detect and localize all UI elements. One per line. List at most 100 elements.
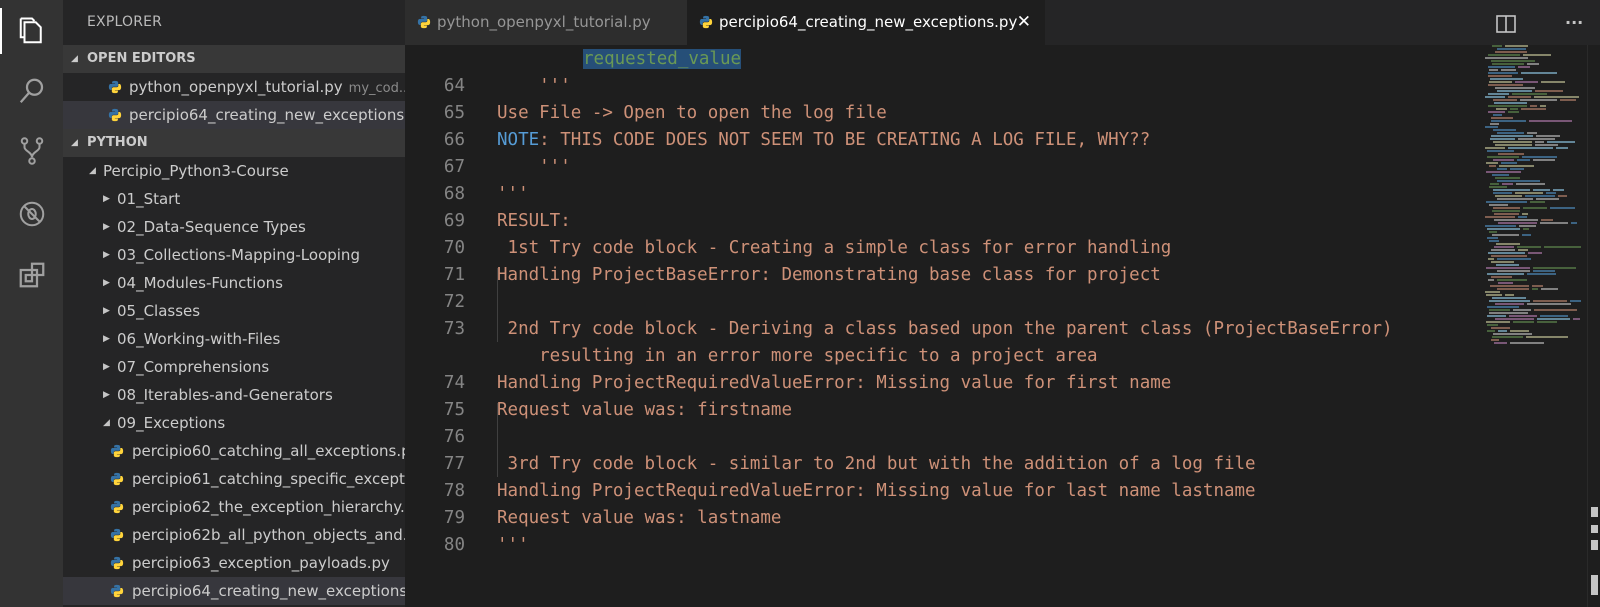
minimap-line bbox=[1522, 234, 1531, 236]
minimap-line bbox=[1496, 108, 1507, 110]
file-label: percipio62b_all_python_objects_and... bbox=[132, 526, 405, 544]
line-text: Request value was: lastname bbox=[497, 508, 782, 528]
line-text: Handling ProjectRequiredValueError: Miss… bbox=[497, 481, 1256, 501]
close-tab-icon[interactable]: ✕ bbox=[1017, 0, 1031, 45]
minimap-line bbox=[1537, 318, 1570, 320]
minimap-line bbox=[1502, 183, 1513, 185]
folder-item[interactable]: ▶ 05_Classes bbox=[63, 297, 405, 325]
tab-openpyxl[interactable]: python_openpyxl_tutorial.py bbox=[405, 0, 687, 45]
minimap-line bbox=[1522, 213, 1528, 215]
open-editor-label: percipio64_creating_new_exceptions... bbox=[129, 106, 405, 124]
minimap-line bbox=[1556, 147, 1568, 149]
file-item[interactable]: percipio63_exception_payloads.py bbox=[63, 549, 405, 577]
file-item[interactable]: percipio62b_all_python_objects_and... bbox=[63, 521, 405, 549]
minimap-line bbox=[1530, 105, 1537, 107]
python-folder-header[interactable]: ◢ PYTHON bbox=[63, 129, 405, 157]
minimap-line bbox=[1498, 222, 1537, 224]
python-file-icon bbox=[110, 556, 124, 570]
folder-label: 05_Classes bbox=[117, 302, 201, 320]
explorer-icon[interactable] bbox=[0, 2, 63, 60]
python-file-icon bbox=[699, 15, 713, 29]
split-editor-icon[interactable] bbox=[1496, 0, 1516, 45]
code-editor[interactable]: requested_value 64 ''' 65 Use File -> Open … bbox=[405, 45, 1600, 607]
minimap-line bbox=[1485, 216, 1515, 218]
minimap-line bbox=[1485, 57, 1528, 59]
minimap-line bbox=[1505, 45, 1528, 47]
explorer-sidebar: EXPLORER ◢ OPEN EDITORS python_openpyxl_… bbox=[63, 0, 405, 607]
python-file-icon bbox=[417, 15, 431, 29]
line-text-rest: : THIS CODE DOES NOT SEEM TO BE CREATING… bbox=[539, 130, 1151, 150]
minimap-line bbox=[1497, 279, 1527, 281]
folder-item[interactable]: ▶ 06_Working-with-Files bbox=[63, 325, 405, 353]
line-number: 79 bbox=[443, 508, 465, 528]
minimap-line bbox=[1496, 264, 1519, 266]
minimap-line bbox=[1489, 300, 1530, 302]
minimap-line bbox=[1494, 246, 1514, 248]
minimap-line bbox=[1486, 171, 1521, 173]
file-item[interactable]: percipio60_catching_all_exceptions.p... bbox=[63, 437, 405, 465]
minimap-line bbox=[1493, 207, 1520, 209]
folder-item[interactable]: ▶ 08_Iterables-and-Generators bbox=[63, 381, 405, 409]
chevron-right-icon: ▶ bbox=[103, 390, 110, 400]
minimap-line bbox=[1501, 162, 1517, 164]
folder-item[interactable]: ▶ 07_Comprehensions bbox=[63, 353, 405, 381]
open-editors-header[interactable]: ◢ OPEN EDITORS bbox=[63, 45, 405, 73]
folder-label: 06_Working-with-Files bbox=[117, 330, 281, 348]
indent-guide bbox=[497, 268, 498, 342]
more-actions-icon[interactable]: ··· bbox=[1565, 0, 1583, 45]
minimap-line bbox=[1495, 303, 1524, 305]
file-label: percipio64_creating_new_exceptions... bbox=[132, 582, 405, 600]
minimap-line bbox=[1497, 258, 1531, 260]
minimap-line bbox=[1493, 333, 1532, 335]
chevron-right-icon: ▶ bbox=[103, 278, 110, 288]
minimap-line bbox=[1490, 78, 1523, 80]
file-item[interactable]: percipio64_creating_new_exceptions... bbox=[63, 577, 405, 605]
folder-root[interactable]: ◢ Percipio_Python3-Course bbox=[63, 157, 405, 185]
minimap-line bbox=[1508, 96, 1531, 98]
line-text: 1st Try code block - Creating a simple c… bbox=[497, 238, 1172, 258]
folder-label: 07_Comprehensions bbox=[117, 358, 270, 376]
folder-item[interactable]: ▶ 04_Modules-Functions bbox=[63, 269, 405, 297]
minimap-line bbox=[1535, 144, 1558, 146]
minimap-line bbox=[1492, 174, 1509, 176]
minimap-line bbox=[1520, 99, 1557, 101]
minimap-line bbox=[1518, 216, 1527, 218]
folder-item[interactable]: ▶ 02_Data-Sequence Types bbox=[63, 213, 405, 241]
minimap-line bbox=[1527, 132, 1537, 134]
extensions-icon[interactable] bbox=[0, 246, 63, 304]
tab-label: python_openpyxl_tutorial.py bbox=[437, 13, 651, 31]
python-file-icon bbox=[110, 500, 124, 514]
vertical-scrollbar[interactable] bbox=[1587, 45, 1600, 607]
tab-bar: python_openpyxl_tutorial.py percipio64_c… bbox=[405, 0, 1600, 45]
line-number: 66 bbox=[443, 130, 465, 150]
folder-item[interactable]: ▶ 01_Start bbox=[63, 185, 405, 213]
source-control-icon[interactable] bbox=[0, 122, 63, 180]
minimap-line bbox=[1493, 159, 1514, 161]
minimap-line bbox=[1510, 330, 1529, 332]
minimap-line bbox=[1487, 273, 1524, 275]
folder-item[interactable]: ▶ 03_Collections-Mapping-Looping bbox=[63, 241, 405, 269]
file-item[interactable]: percipio61_catching_specific_except... bbox=[63, 465, 405, 493]
search-icon[interactable] bbox=[0, 62, 63, 120]
minimap-line bbox=[1553, 189, 1564, 191]
minimap-line bbox=[1550, 207, 1575, 209]
line-number: 77 bbox=[443, 454, 465, 474]
minimap[interactable] bbox=[1485, 45, 1585, 355]
python-file-icon bbox=[108, 80, 122, 94]
line-text: resulting in an error more specific to a… bbox=[497, 346, 1098, 366]
folder-item[interactable]: ◢ 09_Exceptions bbox=[63, 409, 405, 437]
minimap-line bbox=[1534, 96, 1579, 98]
chevron-right-icon: ▶ bbox=[103, 334, 110, 344]
minimap-line bbox=[1527, 273, 1556, 275]
folder-label: 04_Modules-Functions bbox=[117, 274, 283, 292]
line-text: requested_value bbox=[583, 46, 742, 73]
file-label: percipio60_catching_all_exceptions.p... bbox=[132, 442, 405, 460]
tab-percipio64[interactable]: percipio64_creating_new_exceptions.py ✕ bbox=[687, 0, 1045, 45]
python-file-icon bbox=[110, 444, 124, 458]
minimap-line bbox=[1490, 123, 1499, 125]
debug-icon[interactable] bbox=[0, 185, 63, 243]
file-item[interactable]: percipio62_the_exception_hierarchy.... bbox=[63, 493, 405, 521]
line-text: RESULT: bbox=[497, 211, 571, 231]
open-editor-item-active[interactable]: percipio64_creating_new_exceptions... bbox=[63, 101, 405, 129]
open-editor-item[interactable]: python_openpyxl_tutorial.py my_cod... bbox=[63, 73, 405, 101]
